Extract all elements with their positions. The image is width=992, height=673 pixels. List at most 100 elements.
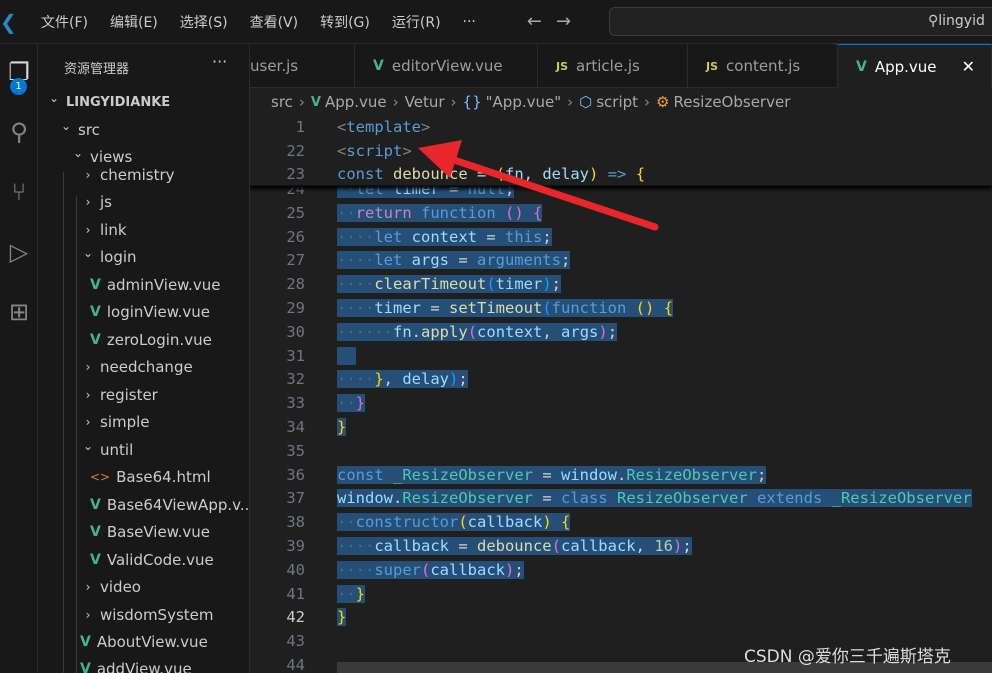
- tree-item[interactable]: ⌄login: [38, 244, 250, 270]
- line-number: 40: [250, 559, 305, 582]
- code-line[interactable]: ····let args = arguments;: [337, 249, 570, 272]
- code-line[interactable]: ··return function () {: [337, 202, 542, 225]
- vue-file-icon: V: [90, 304, 101, 320]
- code-line[interactable]: ····}, delay);: [337, 368, 468, 391]
- back-arrow-icon[interactable]: ←: [527, 11, 542, 32]
- code-line[interactable]: ··}: [337, 392, 365, 415]
- code-line[interactable]: ····clearTimeout(timer);: [337, 273, 561, 296]
- menu-item[interactable]: 转到(G): [309, 12, 381, 32]
- tab-app-vue[interactable]: VApp.vue✕: [838, 44, 992, 88]
- search-icon[interactable]: ⚲: [0, 112, 38, 152]
- close-icon[interactable]: ✕: [962, 57, 975, 76]
- code-line[interactable]: ····callback = debounce(callback, 16);: [337, 535, 692, 558]
- code-token: ····: [337, 275, 374, 293]
- tree-item[interactable]: VValidCode.vue: [38, 547, 250, 573]
- code-line[interactable]: ······fn.apply(context, args);: [337, 321, 617, 344]
- code-token: const: [337, 466, 393, 484]
- code-token: ;: [542, 228, 551, 246]
- code-line[interactable]: <template>: [337, 116, 430, 139]
- explorer-badge: 1: [10, 78, 27, 95]
- code-token: clearTimeout: [374, 275, 486, 293]
- explorer-more-button[interactable]: ···: [212, 52, 227, 71]
- code-line[interactable]: }: [337, 416, 346, 439]
- code-editor[interactable]: 1<template>22<script>23const debounce = …: [250, 116, 992, 673]
- code-token: 16: [654, 537, 673, 555]
- more-menu-button[interactable]: ···: [452, 14, 487, 30]
- code-line[interactable]: ··}: [337, 583, 365, 606]
- menu-item[interactable]: 选择(S): [169, 12, 239, 32]
- breadcrumb-item[interactable]: script: [596, 93, 638, 111]
- tree-item[interactable]: ›chemistry: [38, 162, 250, 188]
- menu-item[interactable]: 文件(F): [30, 12, 99, 32]
- tree-item-label: video: [100, 578, 141, 596]
- tree-item-label: BaseView.vue: [107, 523, 210, 541]
- tree-item[interactable]: VAboutView.vue: [38, 629, 250, 655]
- code-line-content: ··constructor(callback) {: [337, 513, 570, 531]
- tree-item[interactable]: <>Base64.html: [38, 464, 250, 490]
- code-token: let: [374, 228, 411, 246]
- source-control-icon[interactable]: ⑂: [0, 172, 38, 212]
- code-line[interactable]: const _ResizeObserver = window.ResizeObs…: [337, 464, 766, 487]
- tab-editorview-vue[interactable]: VeditorView.vue: [355, 44, 538, 88]
- tree-item[interactable]: VadminView.vue: [38, 272, 250, 298]
- code-line[interactable]: ····timer = setTimeout(function () {: [337, 297, 673, 320]
- menu-item[interactable]: 运行(R): [381, 12, 452, 32]
- tree-item-label: needchange: [100, 358, 193, 376]
- code-token: }: [356, 585, 365, 603]
- forward-arrow-icon[interactable]: →: [556, 11, 571, 32]
- line-number: 36: [250, 464, 305, 487]
- tree-item[interactable]: V BaseView.vue: [38, 519, 250, 545]
- vue-file-icon: V: [90, 524, 101, 540]
- tree-item[interactable]: VzeroLogin.vue: [38, 327, 250, 353]
- tab-article-js[interactable]: JSarticle.js: [538, 44, 688, 88]
- code-line[interactable]: const debounce = (fn, delay) => {: [337, 163, 645, 186]
- tab-content-js[interactable]: JScontent.js: [688, 44, 838, 88]
- breadcrumb-item[interactable]: "App.vue": [486, 93, 561, 111]
- code-line[interactable]: ····super(callback);: [337, 559, 524, 582]
- tree-item[interactable]: ›wisdomSystem: [38, 602, 250, 628]
- tree-item[interactable]: VloginView.vue: [38, 299, 250, 325]
- code-token: super: [374, 561, 421, 579]
- code-token: ····: [337, 299, 374, 317]
- tree-item[interactable]: ⌄src: [38, 117, 250, 143]
- tree-item[interactable]: ›simple: [38, 409, 250, 435]
- code-token: return: [356, 204, 421, 222]
- tree-item[interactable]: ›link: [38, 217, 250, 243]
- menu-item[interactable]: 查看(V): [239, 12, 310, 32]
- code-token: callback: [468, 513, 543, 531]
- breadcrumb-item[interactable]: src: [271, 93, 293, 111]
- tree-item[interactable]: ⌄LINGYIDIANKE: [38, 89, 250, 115]
- tab-user-js[interactable]: user.js: [250, 44, 355, 88]
- tree-item[interactable]: VBase64ViewApp.v...: [38, 492, 250, 518]
- code-line[interactable]: ····let context = this;: [337, 226, 552, 249]
- tree-item[interactable]: ›video: [38, 574, 250, 600]
- code-token: ,: [636, 537, 655, 555]
- breadcrumb-item[interactable]: App.vue: [325, 93, 387, 111]
- code-token: {: [533, 204, 542, 222]
- chevron-right-icon: ›: [80, 608, 96, 622]
- extensions-icon[interactable]: ⊞: [0, 292, 38, 332]
- tab-label: editorView.vue: [392, 57, 503, 75]
- code-line[interactable]: }: [337, 606, 346, 629]
- code-token: }: [337, 418, 346, 436]
- tree-item[interactable]: ⌄until: [38, 437, 250, 463]
- code-token: fn: [393, 323, 412, 341]
- code-token: [654, 299, 663, 317]
- menu-item[interactable]: 编辑(E): [99, 12, 169, 32]
- tree-item[interactable]: ›register: [38, 382, 250, 408]
- code-token: ····: [337, 228, 374, 246]
- command-center-search[interactable]: ⚲lingyid: [609, 7, 992, 36]
- breadcrumb-item[interactable]: Vetur: [405, 93, 445, 111]
- code-line[interactable]: ··constructor(callback) {: [337, 511, 570, 534]
- tree-item[interactable]: ›needchange: [38, 354, 250, 380]
- tree-item[interactable]: ›js: [38, 189, 250, 215]
- code-line[interactable]: <script>: [337, 140, 412, 163]
- breadcrumb-item[interactable]: ResizeObserver: [674, 93, 791, 111]
- code-line[interactable]: [337, 345, 356, 368]
- vue-file-icon: V: [80, 661, 91, 673]
- chevron-down-icon: ⌄: [80, 246, 96, 260]
- code-line[interactable]: window.ResizeObserver = class ResizeObse…: [337, 487, 972, 510]
- tree-item[interactable]: VaddView.vue: [38, 656, 250, 673]
- run-debug-icon[interactable]: ▷: [0, 232, 38, 272]
- chevron-right-icon: ›: [80, 415, 96, 429]
